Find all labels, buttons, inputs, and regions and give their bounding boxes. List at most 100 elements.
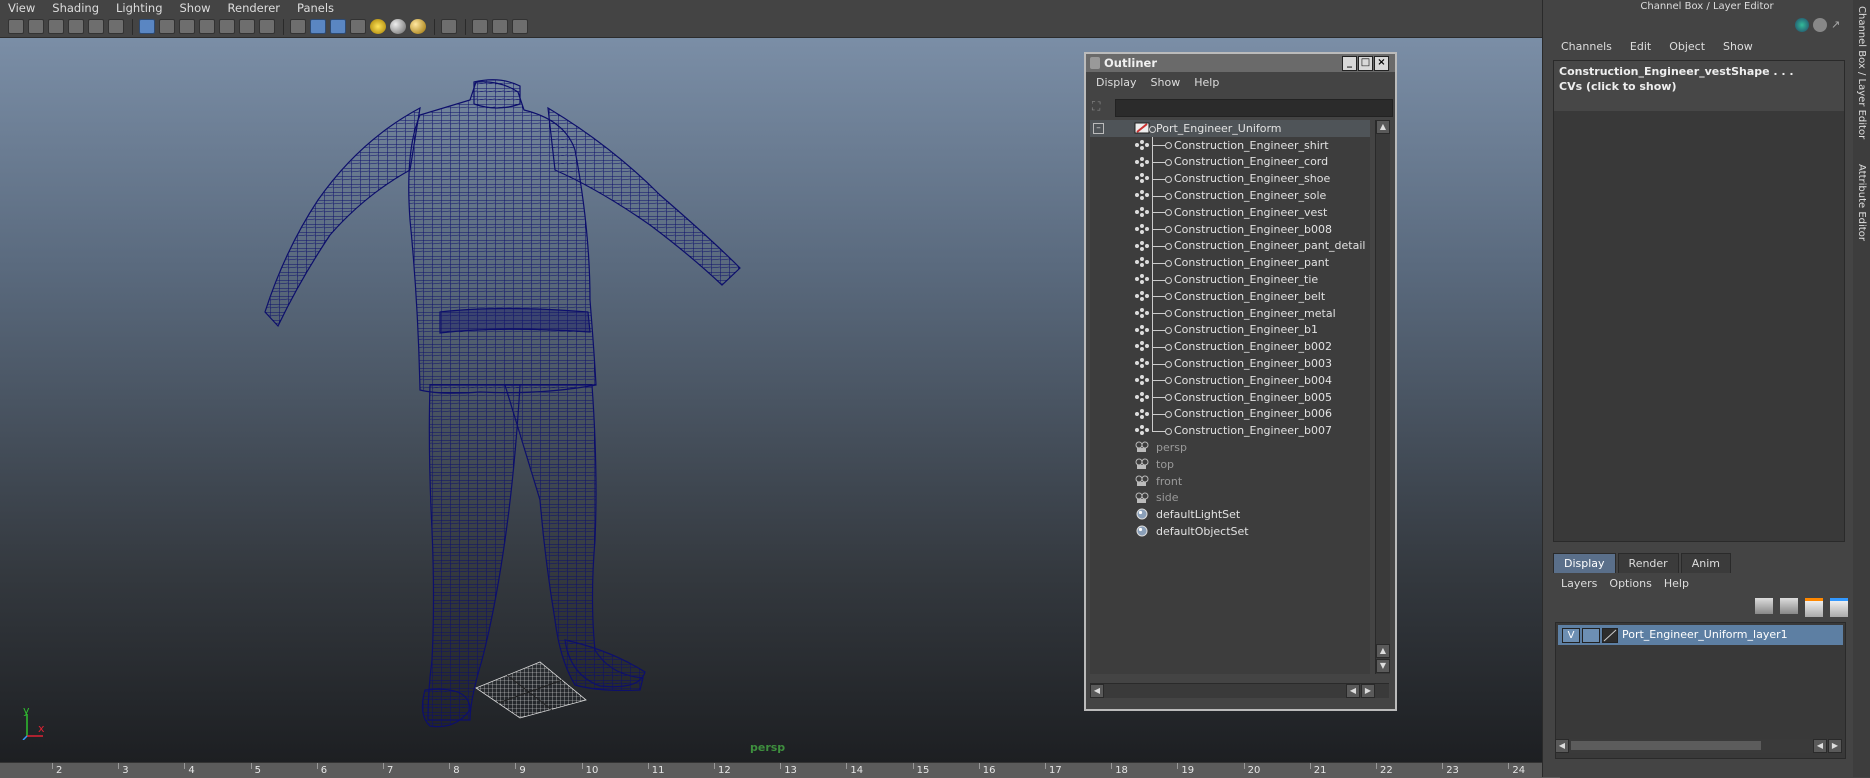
outliner-menu-display[interactable]: Display [1096,76,1137,89]
side-tab-channel-box[interactable]: Channel Box / Layer Editor [1856,6,1867,139]
cb-menu-show[interactable]: Show [1723,40,1753,53]
selected-object-name[interactable]: Construction_Engineer_vestShape . . . [1559,65,1794,78]
xray-icon[interactable] [472,19,488,34]
outliner-item-child[interactable]: Construction_Engineer_metal [1090,304,1370,322]
le-scroll-thumb[interactable] [1571,741,1761,750]
le-menu-layers[interactable]: Layers [1561,577,1597,590]
tab-display[interactable]: Display [1553,553,1616,573]
wireframe-model[interactable] [0,0,1080,740]
outliner-item-child[interactable]: Construction_Engineer_shoe [1090,170,1370,188]
outliner-titlebar[interactable]: Outliner _ □ × [1086,54,1395,72]
viewport-menu-lighting[interactable]: Lighting [116,1,162,15]
textured-icon[interactable] [350,19,366,34]
resolution-gate-icon[interactable] [179,19,195,34]
new-layer-icon[interactable] [1805,598,1823,617]
viewport-menu-panels[interactable]: Panels [297,1,334,15]
cvs-toggle[interactable]: CVs (click to show) [1559,80,1677,93]
layer-visibility-toggle[interactable]: V [1562,628,1580,643]
tool-arrow-icon[interactable]: ↗ [1831,18,1845,32]
viewport-menu-shading[interactable]: Shading [52,1,99,15]
outliner-item-child[interactable]: Construction_Engineer_b006 [1090,405,1370,423]
layer-color-swatch[interactable] [1602,628,1618,643]
field-chart-icon[interactable] [219,19,235,34]
minimize-button[interactable]: _ [1342,56,1357,71]
outliner-horizontal-scrollbar[interactable]: ◀ ◀ ▶ [1090,683,1389,698]
use-all-lights-icon[interactable] [370,19,386,34]
viewport-menu-show[interactable]: Show [180,1,211,15]
outliner-item-child[interactable]: Construction_Engineer_sole [1090,187,1370,204]
outliner-item-set[interactable]: defaultLightSet [1090,506,1370,523]
wireframe-icon[interactable] [290,19,306,34]
outliner-item-camera[interactable]: top [1090,456,1370,473]
outliner-vertical-scrollbar[interactable]: ▲ ▲ ▼ [1375,120,1390,674]
outliner-item-child[interactable]: Construction_Engineer_b003 [1090,355,1370,372]
outliner-item-child[interactable]: Construction_Engineer_b008 [1090,220,1370,238]
le-menu-help[interactable]: Help [1664,577,1689,590]
outliner-item-child[interactable]: Construction_Engineer_shirt [1090,136,1370,154]
outliner-item-child[interactable]: Construction_Engineer_b002 [1090,338,1370,356]
scroll-up-button[interactable]: ▲ [1376,120,1390,134]
outliner-item-child[interactable]: Construction_Engineer_b007 [1090,422,1370,439]
cb-menu-object[interactable]: Object [1669,40,1705,53]
outliner-item-child[interactable]: Construction_Engineer_cord [1090,153,1370,171]
viewport-menu-renderer[interactable]: Renderer [228,1,281,15]
default-material-icon[interactable] [330,19,346,34]
scroll-left-button-2[interactable]: ◀ [1346,684,1360,698]
outliner-item-camera[interactable]: persp [1090,439,1370,456]
outliner-menu-help[interactable]: Help [1194,76,1219,89]
close-button[interactable]: × [1374,56,1389,71]
xray-joints-icon[interactable] [492,19,508,34]
bookmark-icon[interactable] [48,19,64,34]
new-layer-from-selection-icon[interactable] [1830,598,1848,617]
le-scroll-left-button-2[interactable]: ◀ [1813,739,1827,753]
safe-action-icon[interactable] [239,19,255,34]
filter-icon[interactable]: ⛶ [1092,99,1108,115]
move-layer-up-icon[interactable] [1755,598,1773,614]
gate-mask-icon[interactable] [199,19,215,34]
manipulator-icon[interactable] [1795,18,1809,32]
film-gate-icon[interactable] [159,19,175,34]
outliner-menu-show[interactable]: Show [1151,76,1181,89]
outliner-filter-input[interactable] [1115,99,1393,117]
le-menu-options[interactable]: Options [1609,577,1651,590]
viewport-menu-view[interactable]: View [8,1,35,15]
shadows-icon[interactable] [390,19,406,34]
scroll-right-button[interactable]: ▶ [1361,684,1375,698]
outliner-item-camera[interactable]: front [1090,473,1370,490]
smooth-shade-icon[interactable] [310,19,326,34]
select-camera-icon[interactable] [8,19,24,34]
grid-icon[interactable] [139,19,155,34]
outliner-item-root[interactable]: – Port_Engineer_Uniform [1090,120,1370,137]
le-scroll-left-button[interactable]: ◀ [1555,739,1569,753]
cb-menu-edit[interactable]: Edit [1630,40,1651,53]
outliner-item-child[interactable]: Construction_Engineer_pant_detail [1090,237,1370,255]
2d-pan-icon[interactable] [88,19,104,34]
side-tab-attribute-editor[interactable]: Attribute Editor [1856,164,1867,241]
grease-pencil-icon[interactable] [108,19,124,34]
xray-components-icon[interactable] [512,19,528,34]
outliner-item-child[interactable]: Construction_Engineer_b004 [1090,372,1370,389]
move-layer-down-icon[interactable] [1780,598,1798,614]
outliner-item-child[interactable]: Construction_Engineer_b005 [1090,388,1370,406]
collapse-toggle-icon[interactable]: – [1093,123,1104,134]
safe-title-icon[interactable] [259,19,275,34]
lock-camera-icon[interactable] [28,19,44,34]
outliner-item-child[interactable]: Construction_Engineer_tie [1090,271,1370,288]
le-scroll-right-button[interactable]: ▶ [1828,739,1842,753]
ambient-occlusion-icon[interactable] [410,19,426,34]
image-plane-icon[interactable] [68,19,84,34]
layer-row[interactable]: V Port_Engineer_Uniform_layer1 [1558,625,1843,645]
layer-name[interactable]: Port_Engineer_Uniform_layer1 [1622,628,1788,641]
time-slider[interactable]: 2 3 4 5 6 7 8 9 10 11 12 13 14 15 16 17 18 19 20 21 22 23 24 [0,762,1560,778]
outliner-window[interactable]: Outliner _ □ × Display Show Help ⛶ – Port… [1084,52,1397,711]
outliner-item-camera[interactable]: side [1090,490,1370,507]
outliner-item-child[interactable]: Construction_Engineer_b1 [1090,321,1370,339]
tab-render[interactable]: Render [1617,553,1679,573]
outliner-tree[interactable]: – Port_Engineer_Uniform Construction_Engin… [1090,120,1370,674]
outliner-item-child[interactable]: Construction_Engineer_belt [1090,288,1370,305]
scroll-up-button-2[interactable]: ▲ [1376,644,1390,658]
outliner-item-child[interactable]: Construction_Engineer_pant [1090,254,1370,272]
channel-box-area[interactable]: Construction_Engineer_vestShape . . . CV… [1553,60,1845,542]
cb-menu-channels[interactable]: Channels [1561,40,1612,53]
scroll-down-button[interactable]: ▼ [1376,659,1390,673]
